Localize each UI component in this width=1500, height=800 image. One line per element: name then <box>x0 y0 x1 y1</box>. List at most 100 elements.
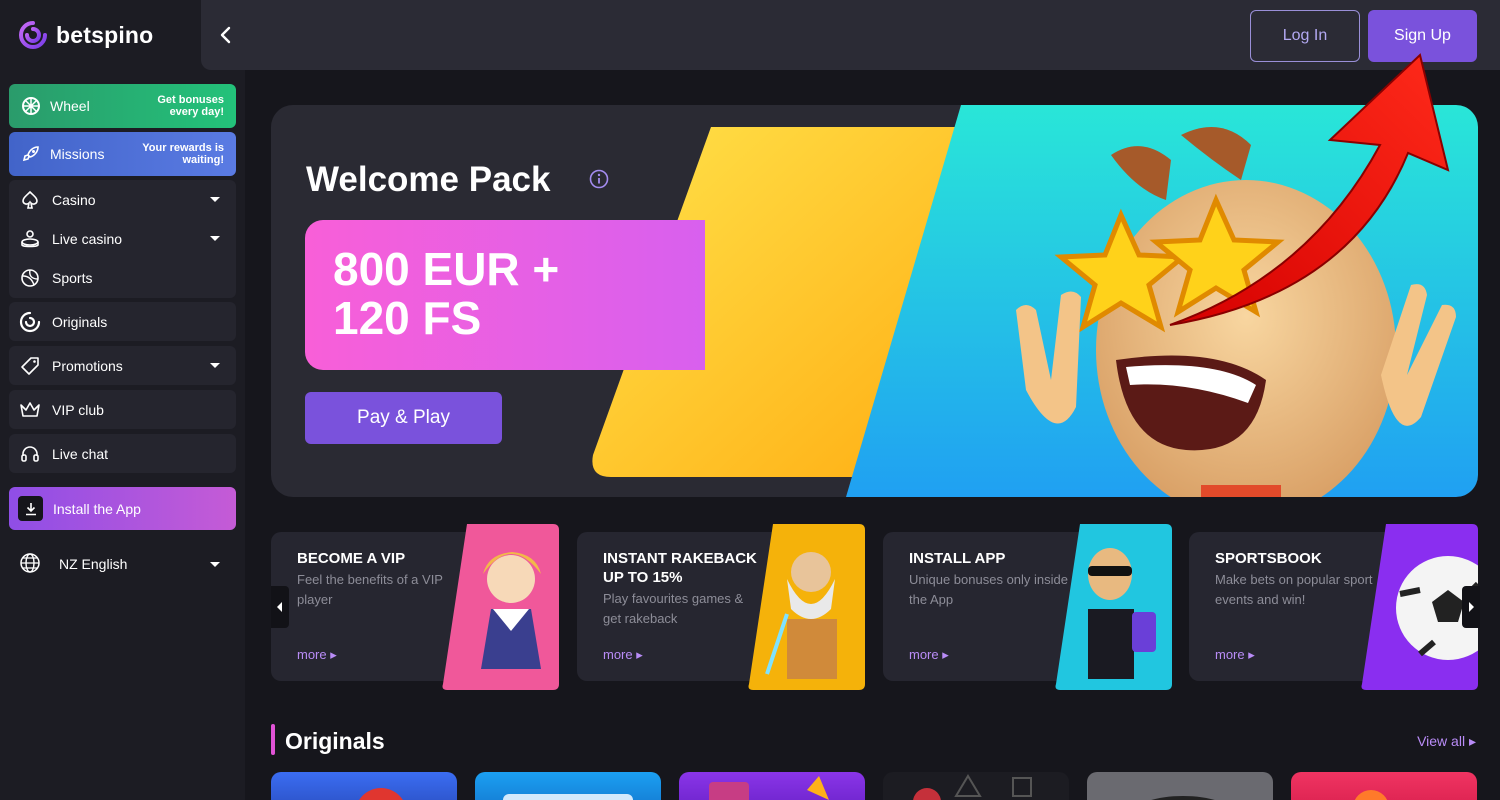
headset-icon <box>19 443 41 465</box>
nav-group-originals: Originals <box>9 302 236 341</box>
chevron-down-icon[interactable] <box>210 197 220 202</box>
wheel-icon <box>22 97 40 115</box>
chevron-right-icon: ▸ <box>1468 733 1476 749</box>
card-title: SPORTSBOOK <box>1215 550 1322 567</box>
sidebar-item-sports[interactable]: Sports <box>9 258 236 297</box>
chevron-left-icon <box>220 26 231 44</box>
game-art <box>1151 796 1215 800</box>
sidebar-item-promotions[interactable]: Promotions <box>9 346 236 385</box>
chevron-down-icon[interactable] <box>210 561 220 567</box>
rocket-icon <box>22 146 39 162</box>
game-thumbnail[interactable] <box>1087 772 1273 800</box>
game-thumbnail[interactable] <box>1291 772 1477 800</box>
more-label: more <box>1215 647 1245 662</box>
app-root: betspino Wheel Get bonuses every day! Mi… <box>0 0 1500 800</box>
welcome-banner[interactable]: Welcome Pack 800 EUR + 120 FS Pay & Play <box>271 105 1478 497</box>
download-icon <box>18 496 43 521</box>
carousel-next-button[interactable] <box>1462 586 1480 628</box>
install-app-label: Install the App <box>53 500 141 517</box>
chevron-right-icon <box>1469 602 1474 612</box>
login-button[interactable]: Log In <box>1250 10 1360 62</box>
nav-group-games: Casino Live casino Sports <box>9 180 236 298</box>
originals-section-header: Originals View all ▸ <box>271 724 1478 756</box>
card-more-link[interactable]: more ▸ <box>603 647 643 663</box>
spiral-icon <box>19 311 41 333</box>
chevron-down-icon[interactable] <box>210 236 220 241</box>
chevron-right-icon: ▸ <box>636 647 643 662</box>
card-more-link[interactable]: more ▸ <box>297 647 337 663</box>
wheel-label: Wheel <box>50 98 90 114</box>
language-label: NZ English <box>59 556 128 572</box>
sidebar-item-vip-club[interactable]: VIP club <box>9 390 236 429</box>
card-description: Unique bonuses only inside the App <box>909 572 1068 607</box>
crown-icon <box>19 399 41 421</box>
rakeback-card-image <box>748 524 865 690</box>
game-thumbnail[interactable] <box>475 772 661 800</box>
sidebar-item-label: Promotions <box>52 357 123 374</box>
game-art <box>709 776 829 800</box>
game-thumbnail[interactable] <box>883 772 1069 800</box>
top-header: Log In Sign Up <box>201 0 1500 70</box>
game-art <box>913 774 1032 800</box>
view-all-link[interactable]: View all ▸ <box>1417 733 1476 750</box>
info-icon[interactable] <box>589 169 609 189</box>
pay-and-play-button[interactable]: Pay & Play <box>305 392 502 444</box>
missions-promo-button[interactable]: Missions Your rewards is waiting! <box>9 132 236 176</box>
chevron-right-icon: ▸ <box>330 647 337 662</box>
promo-cards: BECOME A VIP Feel the benefits of a VIP … <box>271 524 1478 694</box>
card-more-link[interactable]: more ▸ <box>909 647 949 663</box>
game-art <box>1354 790 1388 800</box>
sportsbook-card-image <box>1361 524 1478 690</box>
chevron-right-icon: ▸ <box>1248 647 1255 662</box>
chevron-right-icon: ▸ <box>942 647 949 662</box>
hero-offer-line-1: 800 EUR + <box>333 243 560 295</box>
globe-icon <box>19 552 41 577</box>
card-more-link[interactable]: more ▸ <box>1215 647 1255 663</box>
ball-icon <box>19 267 41 289</box>
card-description: Play favourites games & get rakeback <box>603 591 744 626</box>
game-art <box>359 788 403 800</box>
missions-subtext: Your rewards is waiting! <box>142 142 224 166</box>
chevron-left-icon <box>277 602 282 612</box>
collapse-sidebar-button[interactable] <box>215 24 235 46</box>
sidebar-item-label: VIP club <box>52 401 104 418</box>
language-selector[interactable]: NZ English <box>9 544 236 584</box>
more-label: more <box>297 647 327 662</box>
wheel-subtext: Get bonuses every day! <box>157 94 224 118</box>
tag-icon <box>19 355 41 377</box>
betspino-logo-icon <box>19 21 47 49</box>
sidebar: betspino Wheel Get bonuses every day! Mi… <box>0 0 245 800</box>
section-accent-bar <box>271 724 275 755</box>
originals-title: Originals <box>285 728 385 754</box>
hero-offer-amount: 800 EUR + 120 FS <box>333 245 633 343</box>
install-app-button[interactable]: Install the App <box>9 487 236 530</box>
sidebar-item-label: Live chat <box>52 445 109 462</box>
more-label: more <box>603 647 633 662</box>
brand-logo[interactable]: betspino <box>18 20 153 50</box>
sidebar-item-casino[interactable]: Casino <box>9 180 236 219</box>
game-thumbnail[interactable] <box>679 772 865 800</box>
brand-name: betspino <box>56 21 154 48</box>
card-description: Feel the benefits of a VIP player <box>297 572 443 607</box>
carousel-prev-button[interactable] <box>271 586 289 628</box>
hero-title: Welcome Pack <box>306 160 551 199</box>
sidebar-item-live-casino[interactable]: Live casino <box>9 219 236 258</box>
sidebar-item-live-chat[interactable]: Live chat <box>9 434 236 473</box>
game-thumbnail[interactable] <box>271 772 457 800</box>
sidebar-item-originals[interactable]: Originals <box>9 302 236 341</box>
chevron-down-icon[interactable] <box>210 363 220 368</box>
hero-offer-line-2: 120 FS <box>333 292 482 344</box>
nav-group-vip: VIP club <box>9 390 236 429</box>
spade-icon <box>19 189 41 211</box>
more-label: more <box>909 647 939 662</box>
view-all-label: View all <box>1417 733 1466 749</box>
game-art <box>503 794 633 800</box>
sidebar-item-label: Originals <box>52 313 108 330</box>
wheel-promo-button[interactable]: Wheel Get bonuses every day! <box>9 84 236 128</box>
sidebar-item-label: Sports <box>52 269 93 286</box>
signup-button[interactable]: Sign Up <box>1368 10 1477 62</box>
sidebar-item-label: Live casino <box>52 230 123 247</box>
card-title: INSTANT RAKEBACK UP TO 15% <box>603 550 757 586</box>
install-app-card-image <box>1055 524 1172 690</box>
dealer-icon <box>19 228 41 250</box>
